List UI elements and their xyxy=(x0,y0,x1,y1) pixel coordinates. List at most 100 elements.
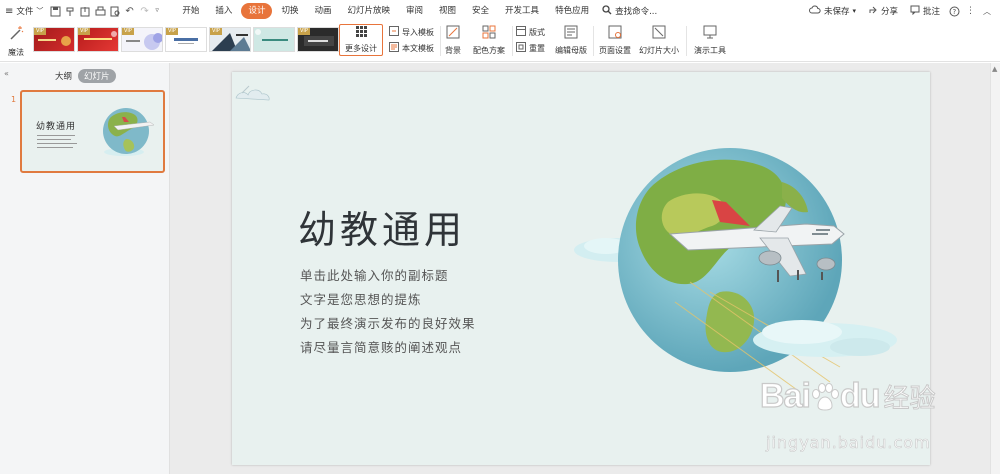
tab-animation[interactable]: 动画 xyxy=(307,3,338,19)
comment-button[interactable]: 批注 xyxy=(905,0,945,22)
design-thumb[interactable]: VIP xyxy=(77,27,119,52)
watermark-logo-row: Bai du 经验 xyxy=(759,376,936,416)
design-thumb[interactable]: VIP xyxy=(297,27,339,52)
tab-insert[interactable]: 插入 xyxy=(208,3,239,19)
reset-button[interactable]: 重置 xyxy=(516,41,545,55)
import-template-button[interactable]: 导入模板 xyxy=(389,25,434,39)
unsaved-label: 未保存 xyxy=(823,7,850,17)
ribbon-divider xyxy=(686,26,687,56)
tab-transitions[interactable]: 切换 xyxy=(274,3,305,19)
layout-label: 版式 xyxy=(529,27,545,37)
watermark-suffix-text: 经验 xyxy=(883,384,936,415)
ribbon-toolbar: 魔法 VIP VIP VIP VIP VIP VIP 更多设计 导入模板 本文模… xyxy=(0,22,1000,62)
tab-developer[interactable]: 开发工具 xyxy=(498,3,546,19)
layout-button[interactable]: 版式 xyxy=(516,25,545,39)
more-designs-button[interactable]: 更多设计 xyxy=(339,24,383,56)
vertical-scrollbar[interactable]: ▲ xyxy=(990,63,1000,474)
more-designs-label: 更多设计 xyxy=(345,44,377,53)
edit-master-button[interactable]: 编辑母版 xyxy=(553,22,589,60)
help-icon[interactable]: ? xyxy=(949,6,960,17)
ribbon-divider xyxy=(440,26,441,56)
baidu-jingyan-watermark: Bai du 经验 jingyan.baidu.com xyxy=(759,365,990,465)
color-scheme-icon xyxy=(482,25,496,42)
collapse-panel-icon[interactable]: « xyxy=(4,69,9,78)
presenter-tools-button[interactable]: 演示工具 xyxy=(690,22,730,60)
undo-icon[interactable]: ↶ xyxy=(125,6,136,17)
magic-label: 魔法 xyxy=(8,48,24,57)
customize-chevron-icon[interactable]: ▿ xyxy=(155,6,166,17)
reset-icon xyxy=(516,42,526,54)
import-template-icon xyxy=(389,26,399,38)
share-button[interactable]: 分享 xyxy=(863,0,903,22)
magic-button[interactable]: 魔法 xyxy=(4,22,28,60)
tab-view[interactable]: 视图 xyxy=(432,3,463,19)
slide-subtitle-line[interactable]: 文字是您思想的提炼 xyxy=(300,289,422,308)
chevron-down-icon: ﹀ xyxy=(36,7,44,15)
color-scheme-button[interactable]: 配色方案 xyxy=(469,22,509,60)
tab-slideshow[interactable]: 幻灯片放映 xyxy=(340,3,397,19)
tab-home[interactable]: 开始 xyxy=(175,3,206,19)
export-icon[interactable] xyxy=(80,6,91,17)
menu-bar: ≡ 文件 ﹀ ↶ ↷ ▿ 开始 插入 设计 切换 动画 幻灯片放映 审阅 视图 … xyxy=(0,0,1000,22)
design-thumb[interactable]: VIP xyxy=(165,27,207,52)
file-menu-label: 文件 xyxy=(16,7,34,17)
background-button[interactable]: 背景 xyxy=(442,22,464,60)
scroll-up-icon[interactable]: ▲ xyxy=(992,65,997,73)
vip-badge: VIP xyxy=(78,28,90,35)
page-setup-button[interactable]: 页面设置 xyxy=(596,22,634,60)
design-thumb[interactable]: VIP xyxy=(121,27,163,52)
redo-icon[interactable]: ↷ xyxy=(140,6,151,17)
vip-badge: VIP xyxy=(166,28,178,35)
edit-master-label: 编辑母版 xyxy=(555,46,587,55)
save-icon[interactable] xyxy=(50,6,61,17)
page-setup-icon xyxy=(608,25,622,42)
tab-features[interactable]: 特色应用 xyxy=(548,3,596,19)
chevron-down-icon: ▾ xyxy=(852,7,856,15)
tab-outline[interactable]: 大纲 xyxy=(55,70,72,82)
share-icon xyxy=(868,5,878,18)
print-preview-icon[interactable] xyxy=(110,6,121,17)
design-thumb[interactable] xyxy=(253,27,295,52)
slide-size-button[interactable]: 幻灯片大小 xyxy=(636,22,682,60)
tab-design[interactable]: 设计 xyxy=(241,3,273,19)
format-painter-icon[interactable] xyxy=(65,6,76,17)
file-menu[interactable]: ≡ 文件 ﹀ xyxy=(0,0,48,22)
color-scheme-label: 配色方案 xyxy=(473,46,505,55)
ribbon-tabs: 开始 插入 设计 切换 动画 幻灯片放映 审阅 视图 安全 开发工具 特色应用 xyxy=(174,3,597,19)
design-thumb[interactable]: VIP xyxy=(209,27,251,52)
design-thumb[interactable]: VIP xyxy=(33,27,75,52)
svg-text:?: ? xyxy=(953,8,957,16)
command-search[interactable]: 查找命令... xyxy=(597,0,662,22)
slide-subtitle-line[interactable]: 单击此处输入你的副标题 xyxy=(300,265,449,284)
cloud-save-button[interactable]: 未保存 ▾ xyxy=(804,0,861,22)
presenter-tools-label: 演示工具 xyxy=(694,46,726,55)
cloud-icon xyxy=(808,5,821,17)
vip-badge: VIP xyxy=(122,28,134,35)
watermark-brand-text: Bai xyxy=(759,376,811,415)
tab-security[interactable]: 安全 xyxy=(465,3,496,19)
print-icon[interactable] xyxy=(95,6,106,17)
more-options-icon[interactable]: ⋮ xyxy=(966,6,977,17)
design-gallery: VIP VIP VIP VIP VIP VIP xyxy=(33,27,339,52)
vip-badge: VIP xyxy=(298,28,310,35)
watermark-brand-text-2: du xyxy=(839,376,881,415)
text-template-button[interactable]: 本文模板 xyxy=(389,41,434,55)
reset-label: 重置 xyxy=(529,43,545,53)
collapse-ribbon-icon[interactable]: ︿ xyxy=(983,6,994,17)
slide-number: 1 xyxy=(11,95,17,104)
page-setup-label: 页面设置 xyxy=(599,46,631,55)
slide-subtitle-line[interactable]: 请尽量言简意赅的阐述观点 xyxy=(300,337,462,356)
tab-review[interactable]: 审阅 xyxy=(399,3,430,19)
slide-title[interactable]: 幼教通用 xyxy=(298,199,466,254)
cloud-decoration xyxy=(235,85,270,101)
comment-icon xyxy=(910,5,920,18)
grid-icon xyxy=(355,26,367,40)
slide-thumbnail[interactable]: 幼教通用 xyxy=(20,90,165,173)
paw-icon xyxy=(811,382,839,411)
search-icon xyxy=(602,4,612,18)
slide-size-label: 幻灯片大小 xyxy=(639,46,679,55)
edit-master-icon xyxy=(564,25,578,42)
tab-slides[interactable]: 幻灯片 xyxy=(78,69,116,83)
share-label: 分享 xyxy=(880,7,898,17)
slide-subtitle-line[interactable]: 为了最终演示发布的良好效果 xyxy=(300,313,476,332)
